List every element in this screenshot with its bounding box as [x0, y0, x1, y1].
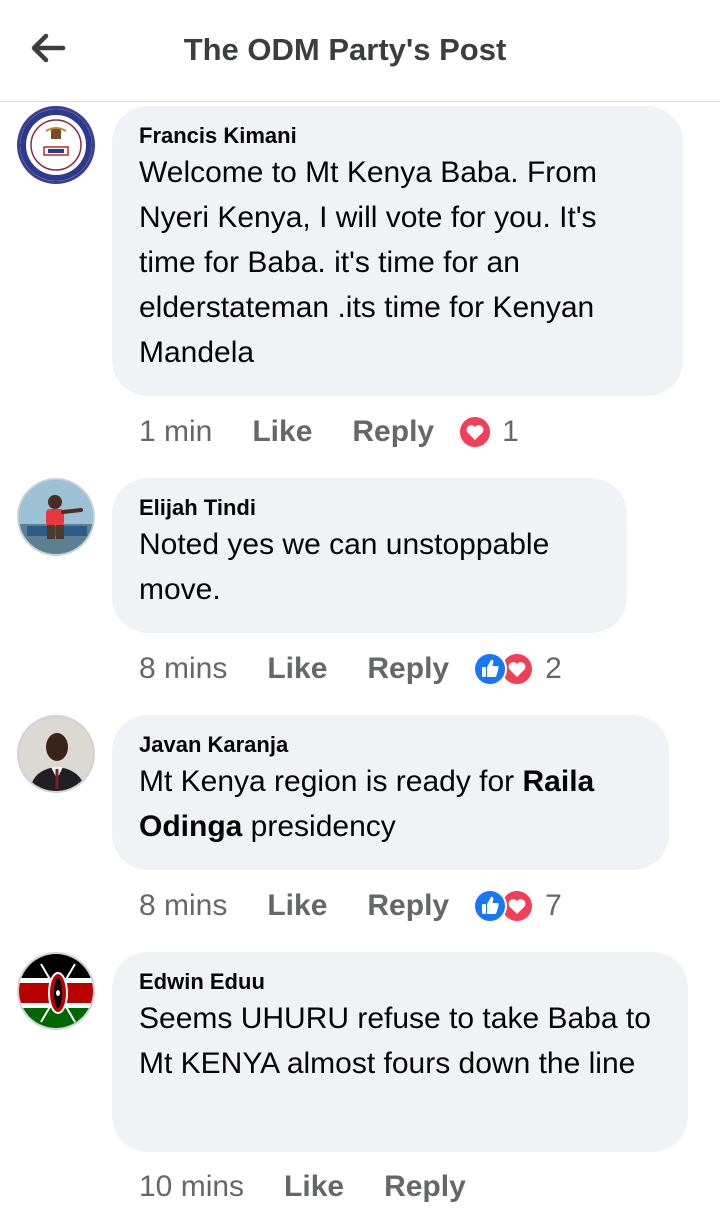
post-header: The ODM Party's Post	[0, 0, 720, 102]
seal-logo-icon	[20, 109, 92, 181]
avatar[interactable]	[17, 715, 95, 793]
comment-author[interactable]: Javan Karanja	[139, 733, 643, 757]
comment-text: Mt Kenya region is ready for Raila Oding…	[139, 759, 643, 849]
reply-button[interactable]: Reply	[367, 652, 449, 686]
comment-time[interactable]: 1 min	[139, 415, 212, 449]
comment-text: Welcome to Mt Kenya Baba. From Nyeri Ken…	[139, 156, 597, 369]
comment-bubble[interactable]: Elijah Tindi Noted yes we can unstoppabl…	[112, 478, 627, 633]
avatar[interactable]	[17, 478, 95, 556]
comment-actions: 8 mins Like Reply 2	[139, 647, 562, 691]
love-reaction-icon	[458, 415, 493, 449]
page-title: The ODM Party's Post	[183, 32, 507, 67]
comment-text-part: Mt Kenya region is ready for	[139, 765, 523, 798]
reaction-count: 1	[502, 415, 519, 448]
comment-time[interactable]: 8 mins	[139, 889, 227, 923]
like-love-reactions-icon	[473, 652, 535, 686]
reactions[interactable]: 7	[473, 889, 562, 923]
comment-text: Noted yes we can unstoppable move.	[139, 528, 550, 606]
comment-author[interactable]: Elijah Tindi	[139, 496, 601, 520]
comment-actions: 10 mins Like Reply	[139, 1165, 490, 1209]
person-photo-icon	[19, 717, 93, 791]
comment-text-part: presidency	[242, 810, 396, 843]
comment-bubble[interactable]: Francis Kimani Welcome to Mt Kenya Baba.…	[112, 106, 683, 396]
comment-bubble[interactable]: Javan Karanja Mt Kenya region is ready f…	[112, 715, 669, 870]
comment-author[interactable]: Edwin Eduu	[139, 970, 662, 994]
kenya-flag-icon	[19, 954, 93, 1028]
reactions[interactable]: 1	[458, 415, 519, 449]
comment-actions: 1 min Like Reply 1	[139, 410, 519, 454]
reply-button[interactable]: Reply	[367, 889, 449, 923]
avatar[interactable]	[17, 952, 95, 1030]
reaction-count: 7	[545, 889, 562, 922]
reply-button[interactable]: Reply	[352, 415, 434, 449]
person-photo-icon	[19, 480, 93, 554]
comment-bubble[interactable]: Edwin Eduu Seems UHURU refuse to take Ba…	[112, 952, 688, 1152]
reply-button[interactable]: Reply	[384, 1170, 466, 1204]
comment-author[interactable]: Francis Kimani	[139, 124, 657, 148]
like-button[interactable]: Like	[267, 889, 327, 923]
like-button[interactable]: Like	[252, 415, 312, 449]
reactions[interactable]: 2	[473, 652, 562, 686]
avatar[interactable]	[17, 106, 95, 184]
like-button[interactable]: Like	[267, 652, 327, 686]
comment-actions: 8 mins Like Reply 7	[139, 884, 562, 928]
comment-text: Seems UHURU refuse to take Baba to Mt KE…	[139, 1002, 651, 1080]
comment-time[interactable]: 8 mins	[139, 652, 227, 686]
reaction-count: 2	[545, 652, 562, 685]
like-love-reactions-icon	[473, 889, 535, 923]
like-button[interactable]: Like	[284, 1170, 344, 1204]
comment-time[interactable]: 10 mins	[139, 1170, 244, 1204]
